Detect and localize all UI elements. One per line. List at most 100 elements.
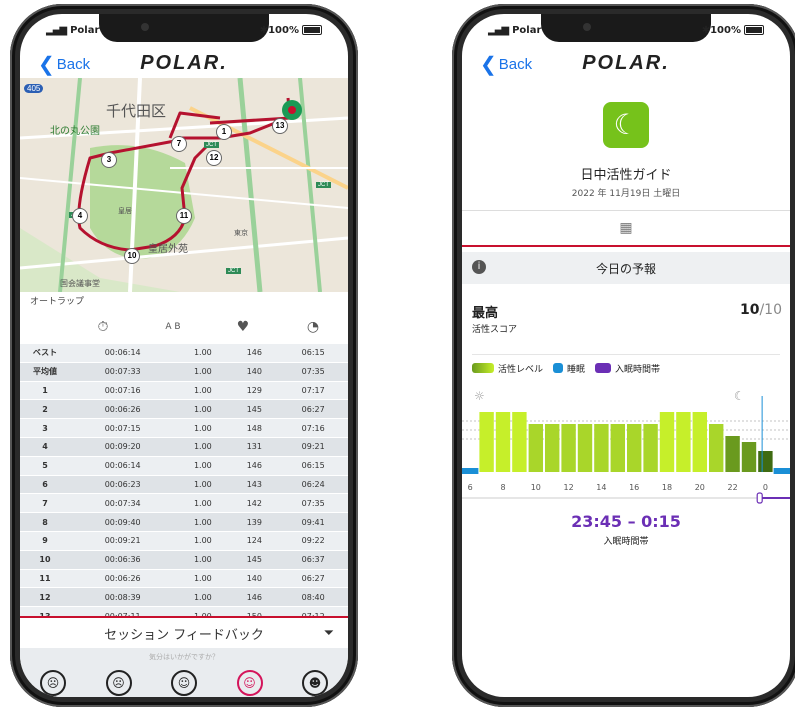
calendar-row[interactable]: ▦ xyxy=(462,210,790,247)
lap-marker[interactable]: 10 xyxy=(124,248,140,264)
lap-cell-dist: 1.00 xyxy=(175,456,231,476)
x-tick-label: 18 xyxy=(662,483,672,492)
nav-bar: ❮ Back POLAR. xyxy=(20,44,348,80)
face-very-good-icon[interactable]: ☻ xyxy=(302,670,328,696)
activity-bar xyxy=(758,451,773,472)
lap-cell-label: 7 xyxy=(20,493,70,514)
lap-cell-label: 10 xyxy=(20,550,70,570)
best-label: 最高 xyxy=(472,306,499,321)
activity-bar xyxy=(528,424,543,472)
lap-marker[interactable]: 13 xyxy=(272,118,288,134)
back-button[interactable]: ❮ Back xyxy=(38,52,90,77)
table-row: ベスト 00:06:14 1.00 146 06:15 xyxy=(20,344,348,363)
table-row: 8 00:09:40 1.00 139 09:41 xyxy=(20,512,348,532)
polar-logo: POLAR. xyxy=(140,52,228,74)
bedtime-window-handle[interactable] xyxy=(756,492,763,504)
lap-cell-label: 9 xyxy=(20,531,70,551)
signal-icon: ▂▄▆ xyxy=(488,24,509,36)
lap-marker[interactable]: 1 xyxy=(216,124,232,140)
lap-cell-label: 2 xyxy=(20,399,70,420)
lap-cell-hr: 146 xyxy=(230,344,279,363)
lap-cell-label: 3 xyxy=(20,418,70,438)
x-tick-label: 0 xyxy=(763,483,768,492)
feeling-bar: 気分はいかがですか？ ☹ ☹ ☺ ☺ ☻ xyxy=(20,648,348,697)
lap-column-icons: ⏱ A B ♥ ◔ xyxy=(20,312,348,342)
lap-cell-hr: 145 xyxy=(230,399,279,420)
activity-bar xyxy=(725,436,740,472)
lap-cell-pace: 06:27 xyxy=(278,399,348,420)
lap-cell-dist: 1.00 xyxy=(175,587,231,608)
jct-badge: JCT xyxy=(226,268,241,274)
lap-cell-label: 12 xyxy=(20,587,70,608)
activity-bar xyxy=(561,424,576,472)
lap-cell-pace: 07:16 xyxy=(278,418,348,438)
table-row: 4 00:09:20 1.00 131 09:21 xyxy=(20,437,348,457)
table-row: 6 00:06:23 1.00 143 06:24 xyxy=(20,475,348,495)
lap-cell-hr: 148 xyxy=(230,418,279,438)
activity-bar xyxy=(512,412,527,472)
chart-legend: 活性レベル 睡眠 入眠時間帯 xyxy=(472,354,780,377)
map-label-park: 北の丸公園 xyxy=(50,126,100,137)
session-feedback-header[interactable]: セッション フィードバック ⏷ xyxy=(20,616,348,648)
lap-cell-pace: 07:17 xyxy=(278,381,348,401)
lap-cell-dist: 1.00 xyxy=(175,550,231,570)
score-max: /10 xyxy=(759,302,782,318)
right-phone-frame: ▂▄▆ Polar ✱100% ❮ Back POLAR. ☾ 日中活性ガイド 20… xyxy=(452,4,795,707)
x-tick-label: 6 xyxy=(468,483,473,492)
lap-marker[interactable]: 11 xyxy=(176,208,192,224)
distance-ab-label: A B xyxy=(165,322,181,332)
feedback-title: セッション フィードバック xyxy=(104,627,264,643)
lap-cell-hr: 129 xyxy=(230,381,279,401)
polar-logo: POLAR. xyxy=(582,52,670,74)
lap-cell-label: 平均値 xyxy=(20,362,70,382)
lap-cell-dist: 1.00 xyxy=(175,475,231,495)
forecast-header: i 今日の予報 xyxy=(462,252,790,284)
face-neutral-icon[interactable]: ☺ xyxy=(171,670,197,696)
table-row: 11 00:06:26 1.00 140 06:27 xyxy=(20,569,348,589)
carrier: Polar xyxy=(512,24,542,36)
score-label: 活性スコア xyxy=(472,325,518,335)
activity-bar xyxy=(479,412,494,472)
route-map[interactable]: 千代田区 北の丸公園 皇居 皇居外苑 国会議事堂 東京 405 JCT JCT … xyxy=(20,78,348,292)
back-button[interactable]: ❮ Back xyxy=(480,52,532,77)
lap-cell-time: 00:09:20 xyxy=(70,437,176,457)
lap-marker[interactable]: 12 xyxy=(206,150,222,166)
face-good-icon[interactable]: ☺ xyxy=(236,670,263,696)
sun-icon: ☼ xyxy=(474,389,485,403)
sleep-bar xyxy=(773,468,790,474)
lap-marker[interactable]: 3 xyxy=(101,152,117,168)
info-icon[interactable]: i xyxy=(472,260,486,274)
lap-marker[interactable]: 4 xyxy=(72,208,88,224)
face-bad-icon[interactable]: ☹ xyxy=(105,670,132,696)
lap-cell-dist: 1.00 xyxy=(175,493,231,514)
lap-cell-label: 1 xyxy=(20,381,70,401)
lap-cell-label: 4 xyxy=(20,437,70,457)
table-row: 5 00:06:14 1.00 146 06:15 xyxy=(20,456,348,476)
back-label: Back xyxy=(498,56,533,73)
lap-marker[interactable]: 7 xyxy=(171,136,187,152)
face-very-bad-icon[interactable]: ☹ xyxy=(40,670,66,696)
calendar-icon[interactable]: ▦ xyxy=(619,220,632,236)
x-tick-label: 10 xyxy=(531,483,541,492)
map-svg xyxy=(20,78,348,292)
x-tick-label: 8 xyxy=(500,483,505,492)
filter-icon[interactable]: ⏷ xyxy=(324,626,334,641)
lap-cell-label: 8 xyxy=(20,512,70,532)
lap-cell-pace: 07:35 xyxy=(278,493,348,514)
activity-bar xyxy=(741,442,757,472)
lap-cell-label: ベスト xyxy=(20,344,70,363)
lap-cell-pace: 06:27 xyxy=(278,569,348,589)
legend-bedtime: 入眠時間帯 xyxy=(615,364,661,375)
battery-icon xyxy=(744,24,764,35)
right-screen: ▂▄▆ Polar ✱100% ❮ Back POLAR. ☾ 日中活性ガイド 20… xyxy=(462,14,790,697)
back-label: Back xyxy=(56,56,91,73)
activity-bar xyxy=(545,424,560,472)
activity-bar xyxy=(610,424,625,472)
autolap-title: オートラップ xyxy=(30,297,85,307)
route-405-badge: 405 xyxy=(24,84,44,93)
sleep-bar xyxy=(462,468,479,474)
activity-bar xyxy=(659,412,675,472)
lap-cell-time: 00:06:23 xyxy=(70,475,176,495)
lap-cell-pace: 06:37 xyxy=(278,550,348,570)
forecast-title: 今日の予報 xyxy=(595,261,656,276)
